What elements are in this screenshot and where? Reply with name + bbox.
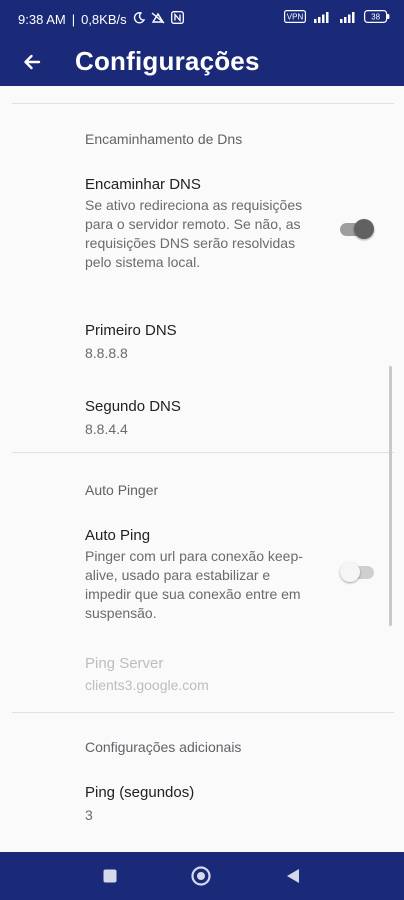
auto-ping-switch[interactable] <box>340 560 376 584</box>
pref-ping-server-value: clients3.google.com <box>85 677 209 693</box>
pref-ping-server-title: Ping Server <box>85 655 164 672</box>
pref-auto-ping-summary: Pinger com url para conexão keep-alive, … <box>85 548 303 621</box>
home-circle-icon <box>191 866 211 886</box>
battery-icon: 38 <box>364 10 390 26</box>
vpn-icon: VPN <box>284 10 306 26</box>
category-additional-settings: Configurações adicionais <box>85 739 242 755</box>
pref-primary-dns-title: Primeiro DNS <box>85 322 177 339</box>
status-bar: 9:38 AM | 0,8KB/s VPN 38 <box>0 0 404 38</box>
back-triangle-icon <box>287 869 299 883</box>
n-badge-icon <box>170 11 184 27</box>
no-signal-icon <box>151 11 165 27</box>
switch-thumb <box>354 219 374 239</box>
forward-dns-switch[interactable] <box>340 217 376 241</box>
home-button[interactable] <box>189 864 213 888</box>
vpn-label: VPN <box>287 13 304 22</box>
pref-forward-dns-summary: Se ativo redireciona as requisições para… <box>85 197 303 270</box>
page-title: Configurações <box>75 46 260 76</box>
app-bar: Configurações <box>0 38 404 86</box>
pref-ping-seconds-value: 3 <box>85 807 93 823</box>
system-nav-bar <box>0 852 404 900</box>
switch-thumb <box>340 562 360 582</box>
status-speed: 0,8KB/s <box>81 11 127 27</box>
pref-secondary-dns-title: Segundo DNS <box>85 398 181 415</box>
pref-forward-dns-title: Encaminhar DNS <box>85 176 201 193</box>
battery-level: 38 <box>371 13 380 22</box>
pref-primary-dns-value: 8.8.8.8 <box>85 345 128 361</box>
divider <box>12 103 394 104</box>
pref-ping-seconds-title: Ping (segundos) <box>85 784 195 801</box>
status-time: 9:38 AM <box>18 11 66 27</box>
recents-square-icon <box>103 869 117 883</box>
category-auto-pinger: Auto Pinger <box>85 482 159 498</box>
recents-button[interactable] <box>98 864 122 888</box>
divider <box>12 712 394 713</box>
signal-icon <box>338 10 358 26</box>
nav-back-button[interactable] <box>281 864 305 888</box>
pref-secondary-dns-value: 8.8.4.4 <box>85 421 128 437</box>
status-right: VPN 38 <box>284 10 390 26</box>
scrollbar[interactable] <box>389 366 392 626</box>
pref-auto-ping-title: Auto Ping <box>85 527 151 544</box>
category-dns: Encaminhamento de Dns <box>85 131 243 147</box>
arrow-back-icon <box>24 54 41 70</box>
settings-list[interactable]: Encaminhamento de Dns Encaminhar DNS Se … <box>0 86 404 852</box>
status-left: 9:38 AM | 0,8KB/s <box>18 11 184 27</box>
back-button[interactable] <box>16 46 48 78</box>
signal-icon <box>312 10 332 26</box>
status-separator: | <box>71 11 76 27</box>
divider <box>12 452 394 453</box>
moon-icon <box>133 11 145 27</box>
